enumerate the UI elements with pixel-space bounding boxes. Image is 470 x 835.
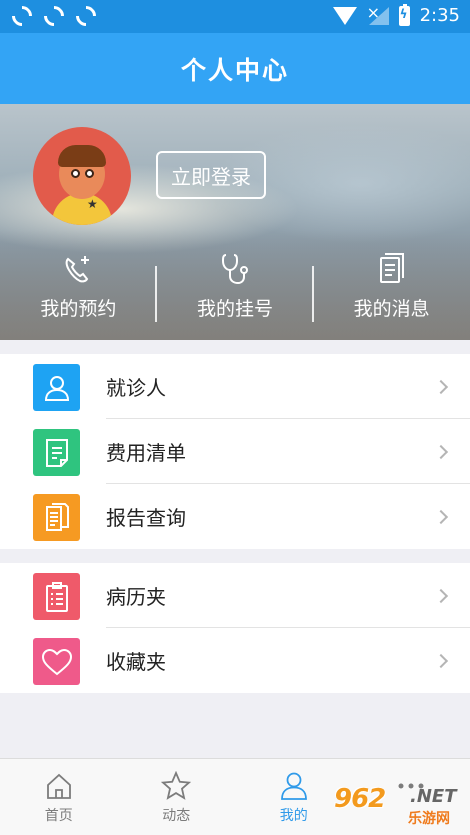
menu-group-records: 就诊人 费用清单 报告查询 [0, 354, 470, 549]
quick-action-label: 我的消息 [353, 298, 430, 320]
stethoscope-icon [220, 250, 250, 288]
watermark-text: 乐游网 [408, 811, 450, 827]
user-icon [279, 769, 309, 803]
quick-action-label: 我的预约 [40, 298, 117, 320]
menu-item-label: 病历夹 [106, 585, 166, 609]
heart-icon [33, 638, 80, 685]
watermark-logo: 962 .NET 乐游网 [334, 780, 466, 830]
tab-label: 首页 [44, 808, 73, 824]
wifi-icon [332, 6, 357, 25]
status-left-icons [7, 1, 101, 31]
quick-action-messages[interactable]: 我的消息 [313, 250, 470, 332]
report-icon [33, 494, 80, 541]
sync-icon [7, 1, 37, 31]
quick-action-label: 我的挂号 [197, 298, 274, 320]
tab-home[interactable]: 首页 [0, 759, 118, 835]
page-title: 个人中心 [180, 55, 289, 85]
phone-plus-icon [63, 250, 93, 288]
status-bar: 2:35 [0, 0, 470, 33]
sync-icon [71, 1, 101, 31]
watermark-domain: .NET [410, 786, 457, 807]
menu-item-label: 收藏夹 [106, 650, 166, 674]
title-bar: 个人中心 [0, 33, 470, 104]
divider [155, 266, 157, 322]
person-icon [33, 364, 80, 411]
no-signal-icon [367, 3, 389, 25]
tab-activity[interactable]: 动态 [118, 759, 236, 835]
menu-group-collections: 病历夹 收藏夹 [0, 563, 470, 693]
status-right-icons: 2:35 [332, 3, 460, 26]
home-icon [45, 769, 73, 803]
sync-icon [39, 1, 69, 31]
tab-label: 我的 [279, 808, 308, 824]
login-button[interactable]: 立即登录 [156, 151, 266, 199]
menu-item-label: 费用清单 [106, 441, 186, 465]
document-icon [378, 250, 406, 288]
chevron-right-icon [433, 588, 449, 603]
chevron-right-icon [433, 653, 449, 668]
menu-item-favorites[interactable]: 收藏夹 [0, 628, 470, 693]
watermark-number: 962 [334, 784, 386, 814]
quick-actions: 我的预约 我的挂号 我的消息 [0, 250, 470, 332]
bill-icon [33, 429, 80, 476]
tab-label: 动态 [162, 808, 191, 824]
battery-charging-icon [398, 3, 410, 26]
star-icon [161, 769, 192, 803]
status-time: 2:35 [419, 5, 460, 26]
menu-item-label: 就诊人 [106, 376, 166, 400]
quick-action-appointments[interactable]: 我的预约 [0, 250, 157, 332]
child-avatar-icon[interactable]: ★ [33, 127, 131, 225]
chevron-right-icon [433, 509, 449, 524]
chevron-right-icon [433, 379, 449, 394]
divider [312, 266, 314, 322]
menu-item-medical-records[interactable]: 病历夹 [0, 563, 470, 628]
menu-item-patients[interactable]: 就诊人 [0, 354, 470, 419]
chevron-right-icon [433, 444, 449, 459]
menu-item-report-query[interactable]: 报告查询 [0, 484, 470, 549]
quick-action-registrations[interactable]: 我的挂号 [157, 250, 314, 332]
menu-item-label: 报告查询 [106, 506, 186, 530]
menu-item-bill-list[interactable]: 费用清单 [0, 419, 470, 484]
clipboard-icon [33, 573, 80, 620]
